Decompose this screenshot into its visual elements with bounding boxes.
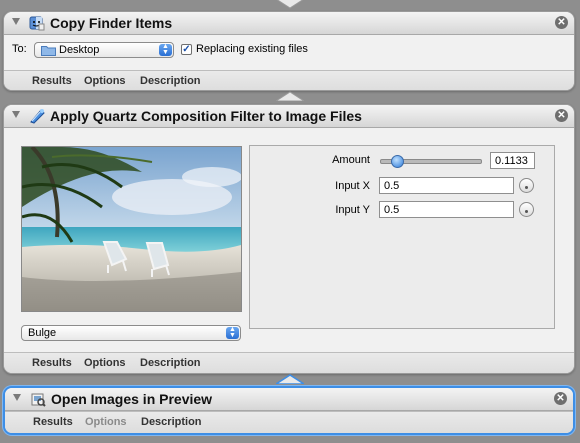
- amount-label: Amount: [332, 154, 370, 166]
- input-x-picker-icon[interactable]: [519, 178, 534, 193]
- workflow-connector: [276, 0, 304, 9]
- tab-options[interactable]: Options: [84, 75, 126, 87]
- tab-description[interactable]: Description: [140, 75, 201, 87]
- action-header[interactable]: Apply Quartz Composition Filter to Image…: [4, 105, 574, 128]
- destination-label: To:: [12, 43, 27, 55]
- action-footer: Results Options Description: [4, 352, 574, 373]
- amount-slider-knob[interactable]: [390, 155, 404, 168]
- filter-value: Bulge: [28, 327, 57, 339]
- action-header[interactable]: Open Images in Preview ✕: [5, 388, 573, 411]
- input-x-label: Input X: [335, 180, 370, 192]
- popup-arrows-icon: ▲ ▼: [159, 43, 172, 56]
- action-title: Apply Quartz Composition Filter to Image…: [50, 108, 362, 124]
- action-copy-finder-items[interactable]: Copy Finder Items ✕ To: Desktop ▲ ▼ ✓ Rep…: [3, 11, 575, 91]
- action-footer: Results Options Description: [5, 411, 573, 433]
- amount-field[interactable]: 0.1133: [490, 152, 535, 169]
- finder-icon: [29, 16, 45, 31]
- filter-preview-image: [21, 146, 242, 312]
- action-open-images-in-preview[interactable]: Open Images in Preview ✕ Results Options…: [3, 386, 575, 435]
- action-body: To: Desktop ▲ ▼ ✓ Replacing existing file…: [4, 35, 574, 70]
- disclosure-triangle-icon[interactable]: [13, 394, 21, 401]
- close-icon[interactable]: ✕: [555, 109, 568, 122]
- close-icon[interactable]: ✕: [554, 392, 567, 405]
- tab-options[interactable]: Options: [84, 357, 126, 369]
- action-footer: Results Options Description: [4, 70, 574, 90]
- disclosure-triangle-icon[interactable]: [12, 111, 20, 118]
- preview-icon: [31, 393, 46, 407]
- input-y-field[interactable]: 0.5: [379, 201, 514, 218]
- tab-description[interactable]: Description: [141, 416, 202, 428]
- folder-icon: [41, 46, 56, 56]
- replace-label: Replacing existing files: [196, 43, 308, 55]
- destination-value: Desktop: [59, 44, 100, 56]
- tab-results[interactable]: Results: [32, 357, 72, 369]
- tab-options: Options: [85, 416, 127, 428]
- tab-results[interactable]: Results: [32, 75, 72, 87]
- tab-results[interactable]: Results: [33, 416, 73, 428]
- disclosure-triangle-icon[interactable]: [12, 18, 20, 25]
- close-icon[interactable]: ✕: [555, 16, 568, 29]
- action-title: Copy Finder Items: [50, 15, 173, 31]
- action-title: Open Images in Preview: [51, 391, 213, 407]
- action-apply-quartz-filter[interactable]: Apply Quartz Composition Filter to Image…: [3, 104, 575, 374]
- tab-description[interactable]: Description: [140, 357, 201, 369]
- filter-popup[interactable]: Bulge ▲ ▼: [21, 325, 241, 341]
- workflow-connector: [276, 91, 304, 101]
- replace-checkbox[interactable]: ✓: [181, 44, 192, 55]
- popup-arrows-icon: ▲ ▼: [226, 326, 239, 339]
- filter-parameters-panel: Amount 0.1133 Input X 0.5 Input Y 0.5: [249, 145, 555, 329]
- input-x-field[interactable]: 0.5: [379, 177, 514, 194]
- action-header[interactable]: Copy Finder Items ✕: [4, 12, 574, 35]
- input-y-picker-icon[interactable]: [519, 202, 534, 217]
- destination-popup[interactable]: Desktop ▲ ▼: [34, 42, 174, 58]
- input-y-label: Input Y: [335, 204, 370, 216]
- action-body: Bulge ▲ ▼ Amount 0.1133 Input X 0.5 Input…: [4, 128, 574, 352]
- quartz-composer-icon: [30, 109, 45, 124]
- workflow-connector: [276, 374, 304, 384]
